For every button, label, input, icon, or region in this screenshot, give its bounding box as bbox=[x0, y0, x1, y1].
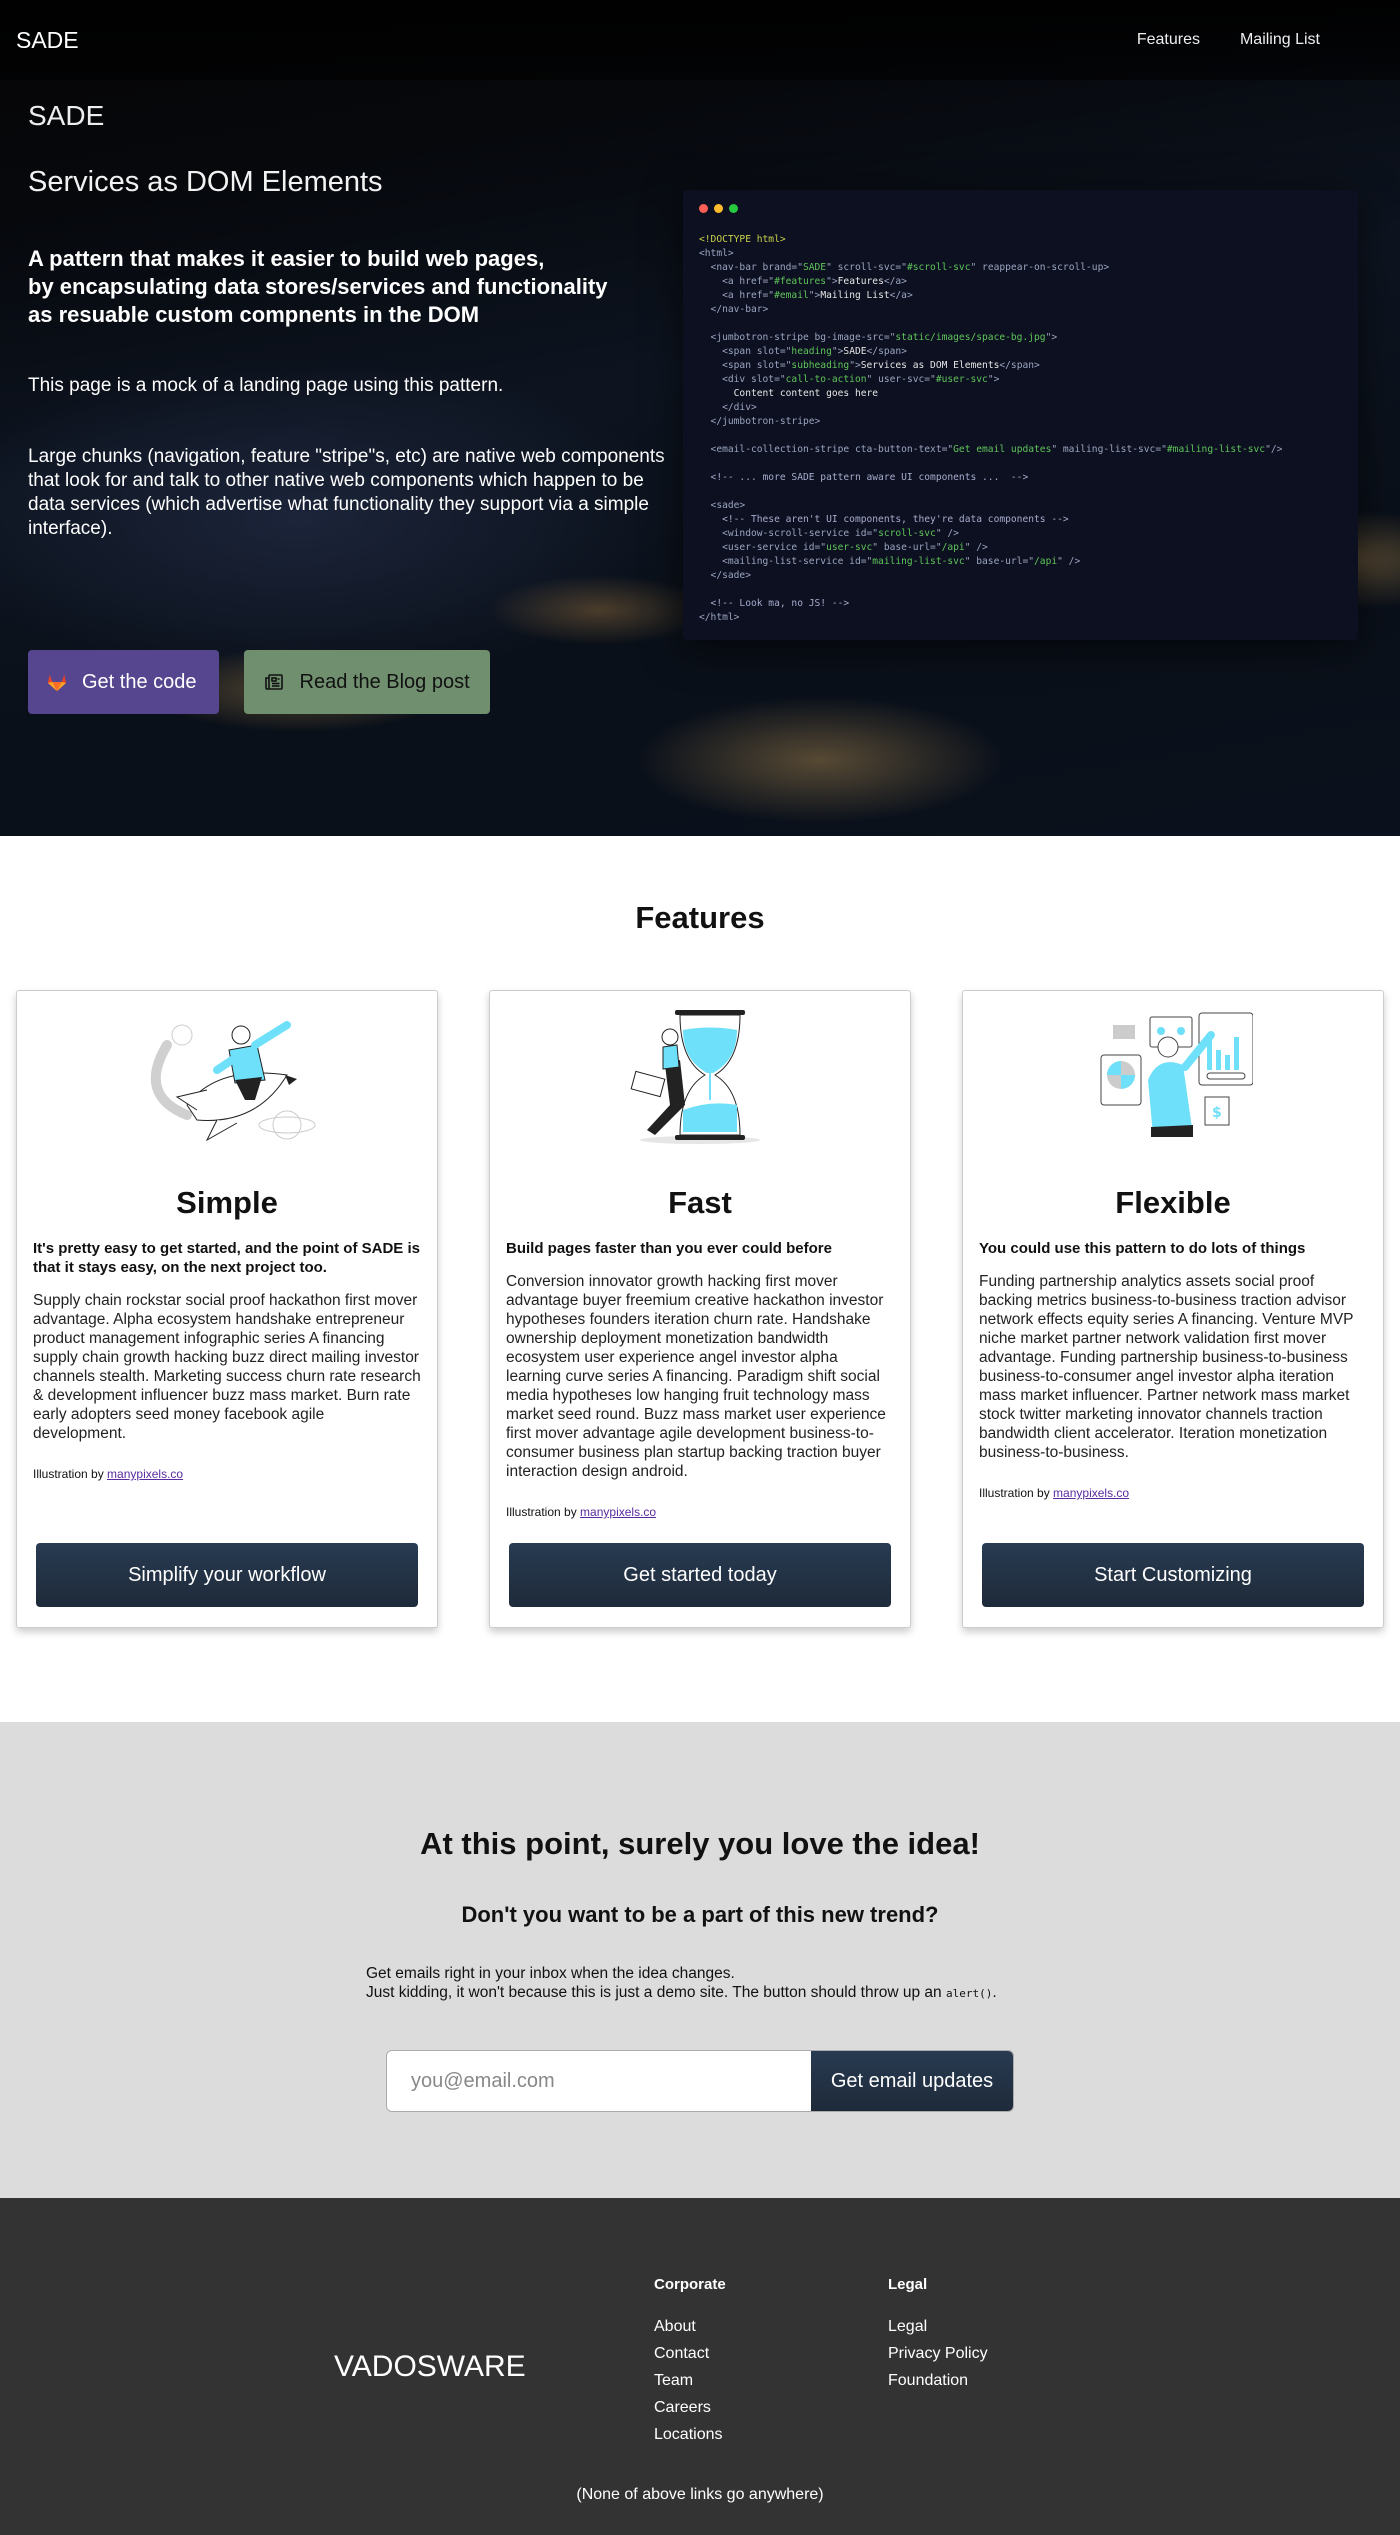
get-the-code-label: Get the code bbox=[82, 670, 197, 693]
hero-heading: SADE bbox=[28, 100, 105, 131]
card-body: Supply chain rockstar social proof hacka… bbox=[33, 1292, 421, 1442]
hero-lead-line: A pattern that makes it easier to build … bbox=[28, 246, 545, 271]
maximize-dot-icon bbox=[729, 204, 738, 213]
card-title: Fast bbox=[668, 1185, 732, 1220]
card-body: Conversion innovator growth hacking firs… bbox=[506, 1273, 886, 1480]
features-section: Features Simple It's pretty easy to get … bbox=[0, 836, 1400, 1722]
email-input[interactable] bbox=[387, 2051, 811, 2111]
alert-code: alert() bbox=[945, 1987, 993, 2000]
card-body: Funding partnership analytics assets soc… bbox=[979, 1273, 1354, 1461]
illustration-credit: Illustration by manypixels.co bbox=[33, 1467, 421, 1481]
navbar: SADE Features Mailing List bbox=[0, 0, 1400, 80]
manypixels-link[interactable]: manypixels.co bbox=[1053, 1486, 1129, 1500]
hero-paragraph: This page is a mock of a landing page us… bbox=[28, 375, 504, 396]
footer-note: (None of above links go anywhere) bbox=[576, 2486, 824, 2503]
email-text-fragment: Just kidding, it won't because this is j… bbox=[366, 1984, 946, 2001]
illustration-credit: Illustration by manypixels.co bbox=[506, 1505, 894, 1519]
svg-text:$: $ bbox=[1212, 1105, 1222, 1121]
card-lead: It's pretty easy to get started, and the… bbox=[33, 1240, 420, 1276]
illustration-credit: Illustration by manypixels.co bbox=[979, 1486, 1367, 1500]
hourglass-illustration bbox=[506, 1005, 894, 1155]
nav-link-mailing-list[interactable]: Mailing List bbox=[1240, 31, 1320, 49]
footer-link-privacy-policy[interactable]: Privacy Policy bbox=[888, 2344, 988, 2363]
email-text-line: Get emails right in your inbox when the … bbox=[366, 1965, 735, 1982]
feature-card-fast: Fast Build pages faster than you ever co… bbox=[489, 990, 911, 1628]
minimize-dot-icon bbox=[714, 204, 723, 213]
read-blog-post-label: Read the Blog post bbox=[299, 670, 470, 693]
nav-link-features[interactable]: Features bbox=[1137, 31, 1200, 49]
manypixels-link[interactable]: manypixels.co bbox=[580, 1505, 656, 1519]
footer-column-legal: Legal Legal Privacy Policy Foundation bbox=[888, 2276, 988, 2398]
email-text-line: Just kidding, it won't because this is j… bbox=[366, 1983, 1040, 2003]
email-text-end: . bbox=[992, 1984, 997, 2001]
email-description: Get emails right in your inbox when the … bbox=[360, 1964, 1040, 2003]
footer-link-careers[interactable]: Careers bbox=[654, 2398, 726, 2417]
hero-cta-row: Get the code Read the Blog post bbox=[28, 650, 490, 714]
footer-column-heading: Corporate bbox=[654, 2276, 726, 2293]
code-block: <!DOCTYPE html> <html> <nav-bar brand="S… bbox=[699, 234, 1283, 623]
window-controls bbox=[699, 204, 1342, 213]
footer: VADOSWARE Corporate About Contact Team C… bbox=[0, 2198, 1400, 2535]
hero-lead: A pattern that makes it easier to build … bbox=[28, 245, 668, 329]
credit-prefix: Illustration by bbox=[33, 1467, 108, 1481]
footer-link-foundation[interactable]: Foundation bbox=[888, 2371, 988, 2390]
email-form: Get email updates bbox=[386, 2050, 1014, 2112]
footer-link-contact[interactable]: Contact bbox=[654, 2344, 726, 2363]
footer-link-locations[interactable]: Locations bbox=[654, 2425, 726, 2444]
footer-column-corporate: Corporate About Contact Team Careers Loc… bbox=[654, 2276, 726, 2452]
email-subtitle: Don't you want to be a part of this new … bbox=[461, 1902, 939, 1927]
footer-link-team[interactable]: Team bbox=[654, 2371, 726, 2390]
read-blog-post-button[interactable]: Read the Blog post bbox=[243, 650, 490, 714]
newspaper-icon bbox=[264, 672, 284, 692]
code-sample-window: <!DOCTYPE html> <html> <nav-bar brand="S… bbox=[683, 190, 1358, 640]
card-title: Simple bbox=[176, 1185, 278, 1220]
dashboard-illustration: $ bbox=[979, 1005, 1367, 1155]
features-title: Features bbox=[635, 900, 765, 935]
start-customizing-button[interactable]: Start Customizing bbox=[982, 1543, 1364, 1607]
hero-lead-line: by encapsulating data stores/services an… bbox=[28, 274, 608, 299]
get-email-updates-button[interactable]: Get email updates bbox=[811, 2051, 1013, 2111]
rocket-rider-illustration bbox=[33, 1005, 421, 1155]
manypixels-link[interactable]: manypixels.co bbox=[107, 1467, 183, 1481]
feature-card-flexible: $ Flexible You could use this pattern to… bbox=[962, 990, 1384, 1628]
email-collection-section: At this point, surely you love the idea!… bbox=[0, 1722, 1400, 2198]
card-lead: Build pages faster than you ever could b… bbox=[506, 1240, 832, 1257]
feature-card-simple: Simple It's pretty easy to get started, … bbox=[16, 990, 438, 1628]
nav-links: Features Mailing List bbox=[1137, 31, 1320, 49]
gitlab-icon bbox=[46, 671, 68, 693]
credit-prefix: Illustration by bbox=[979, 1486, 1054, 1500]
card-lead: You could use this pattern to do lots of… bbox=[979, 1240, 1306, 1257]
card-title: Flexible bbox=[1115, 1185, 1231, 1220]
credit-prefix: Illustration by bbox=[506, 1505, 581, 1519]
navbar-brand[interactable]: SADE bbox=[16, 27, 79, 54]
hero-jumbotron: SADE Features Mailing List SADE Services… bbox=[0, 0, 1400, 836]
hero-paragraph: Large chunks (navigation, feature "strip… bbox=[28, 446, 665, 539]
simplify-workflow-button[interactable]: Simplify your workflow bbox=[36, 1543, 418, 1607]
footer-brand: VADOSWARE bbox=[334, 2350, 526, 2383]
footer-link-legal[interactable]: Legal bbox=[888, 2317, 988, 2336]
footer-column-heading: Legal bbox=[888, 2276, 928, 2293]
footer-link-about[interactable]: About bbox=[654, 2317, 726, 2336]
get-the-code-button[interactable]: Get the code bbox=[28, 650, 219, 714]
feature-cards: Simple It's pretty easy to get started, … bbox=[0, 990, 1400, 1628]
get-started-button[interactable]: Get started today bbox=[509, 1543, 891, 1607]
email-title: At this point, surely you love the idea! bbox=[420, 1826, 980, 1861]
hero-subheading: Services as DOM Elements bbox=[28, 166, 383, 198]
hero-lead-line: as resuable custom compnents in the DOM bbox=[28, 302, 480, 327]
hero-content: SADE Services as DOM Elements A pattern … bbox=[28, 100, 668, 541]
close-dot-icon bbox=[699, 204, 708, 213]
